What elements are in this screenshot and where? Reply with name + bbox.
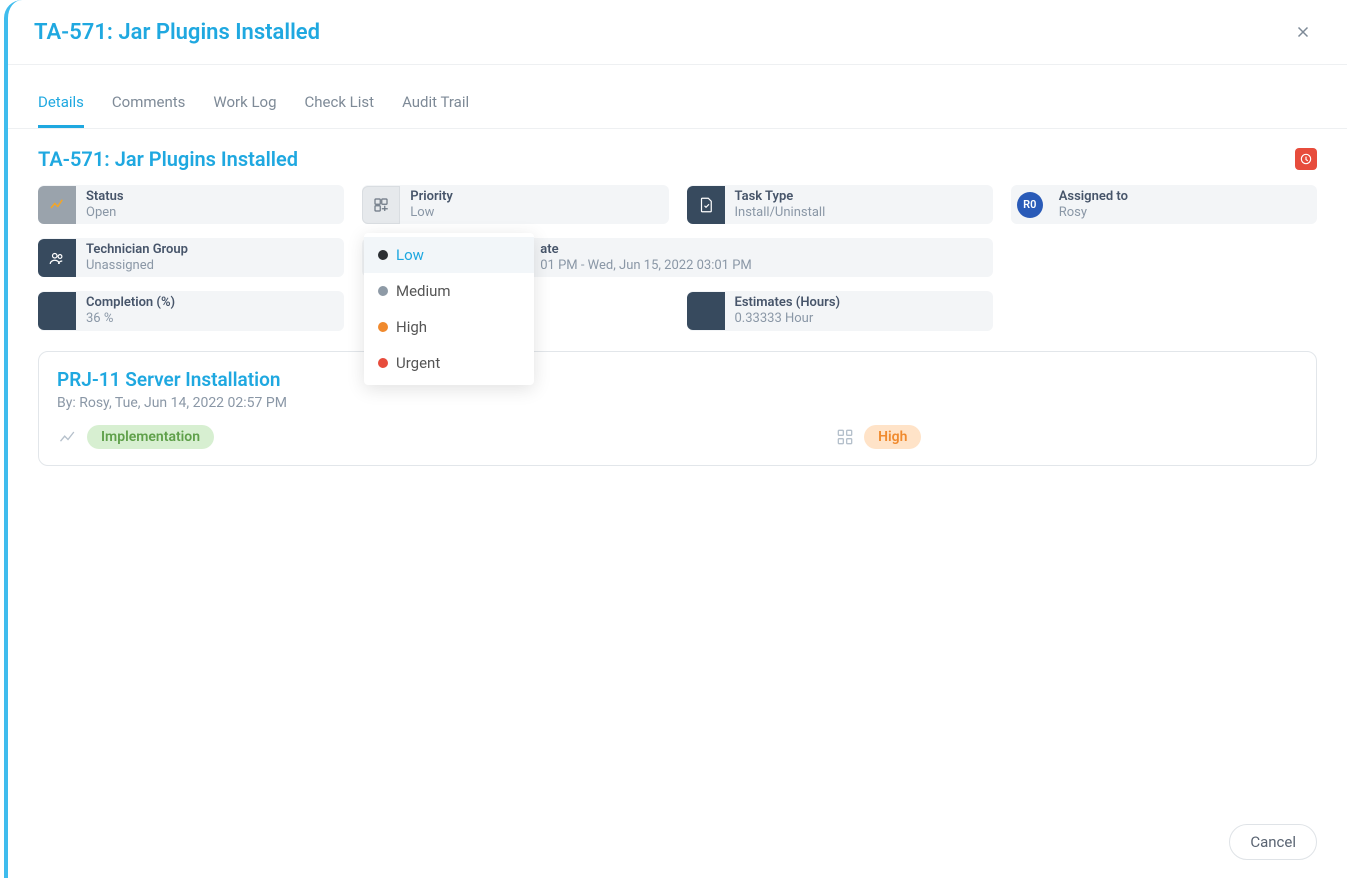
option-label: High [396,318,427,336]
dot-icon [378,250,388,260]
field-assigned-to[interactable]: R0 Assigned to Rosy [1011,185,1317,224]
close-button[interactable] [1289,18,1317,46]
priority-icon [372,196,390,214]
avatar: R0 [1017,192,1043,218]
priority-option-medium[interactable]: Medium [364,273,534,309]
option-label: Low [396,246,424,264]
priority-dropdown: Low Medium High Urgent [364,233,534,385]
field-label: ate [540,242,752,258]
dot-icon [378,322,388,332]
option-label: Urgent [396,354,440,372]
tab-check-list[interactable]: Check List [305,83,375,128]
field-label: Task Type [735,189,826,205]
overdue-badge[interactable] [1295,148,1317,170]
field-priority[interactable]: Priority Low [362,185,668,224]
tab-work-log[interactable]: Work Log [213,83,276,128]
task-type-icon [697,196,715,214]
priority-option-urgent[interactable]: Urgent [364,345,534,381]
field-label: Technician Group [86,242,188,258]
tab-details[interactable]: Details [38,83,84,128]
modal-title: TA-571: Jar Plugins Installed [34,20,320,45]
status-icon [48,196,66,214]
tab-comments[interactable]: Comments [112,83,186,128]
tabs: Details Comments Work Log Check List Aud… [8,83,1347,129]
field-value: Low [410,205,453,221]
field-status[interactable]: Status Open [38,185,344,224]
content: TA-571: Jar Plugins Installed Status Ope… [8,129,1347,810]
field-estimates[interactable]: Estimates (Hours) 0.33333 Hour [687,291,993,330]
field-label: Assigned to [1059,189,1128,205]
priority-pill: High [864,425,921,449]
field-label: Status [86,189,124,205]
priority-icon [834,426,856,448]
field-value: Open [86,205,124,221]
modal-header: TA-571: Jar Plugins Installed [8,0,1347,65]
project-byline: By: Rosy, Tue, Jun 14, 2022 02:57 PM [57,395,1298,411]
field-label: Priority [410,189,453,205]
field-value: 36 % [86,311,175,327]
priority-option-high[interactable]: High [364,309,534,345]
field-value: 01 PM - Wed, Jun 15, 2022 03:01 PM [540,258,752,274]
modal-footer: Cancel [8,810,1347,878]
status-pill: Implementation [87,425,214,449]
priority-option-low[interactable]: Low [364,237,534,273]
field-task-type[interactable]: Task Type Install/Uninstall [687,185,993,224]
field-value: Unassigned [86,258,188,274]
tab-audit-trail[interactable]: Audit Trail [402,83,469,128]
close-icon [1294,23,1312,41]
field-technician-group[interactable]: Technician Group Unassigned [38,238,344,277]
project-badges: Implementation High [57,425,1298,449]
field-label: Estimates (Hours) [735,295,841,311]
group-icon [48,249,66,267]
field-value: 0.33333 Hour [735,311,841,327]
project-card: PRJ-11 Server Installation By: Rosy, Tue… [38,351,1317,466]
dot-icon [378,358,388,368]
section-title: TA-571: Jar Plugins Installed [38,147,298,171]
trend-icon [57,426,79,448]
task-modal: TA-571: Jar Plugins Installed Details Co… [4,0,1347,878]
field-value: Install/Uninstall [735,205,826,221]
field-completion[interactable]: Completion (%) 36 % [38,291,344,330]
fields-grid: Status Open Priority Low Task Type [38,185,1317,331]
cancel-button[interactable]: Cancel [1229,824,1317,860]
clock-icon [1299,152,1313,166]
field-value: Rosy [1059,205,1128,221]
option-label: Medium [396,282,451,300]
dot-icon [378,286,388,296]
project-title[interactable]: PRJ-11 Server Installation [57,368,1298,391]
field-label: Completion (%) [86,295,175,311]
